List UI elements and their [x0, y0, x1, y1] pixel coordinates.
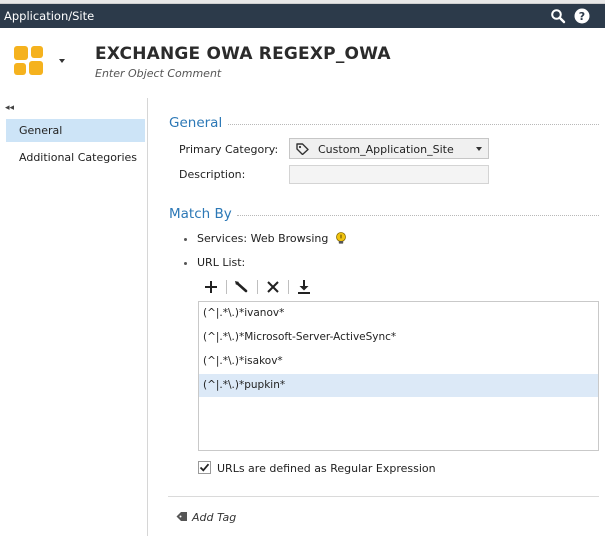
window-title: Application/Site — [4, 9, 95, 23]
list-bullet — [184, 262, 187, 265]
toolbar-separator — [226, 280, 227, 294]
svg-text:?: ? — [579, 10, 585, 23]
list-item-selected[interactable]: (^|.*\.)*pupkin* — [199, 374, 598, 397]
collapse-sidebar-icon[interactable]: ◂◂ — [5, 103, 14, 113]
url-list-label: URL List: — [197, 256, 246, 269]
section-divider — [237, 215, 599, 216]
application-site-icon[interactable] — [14, 46, 46, 78]
url-list[interactable]: (^|.*\.)*ivanov* (^|.*\.)*Microsoft-Serv… — [198, 301, 599, 451]
add-tag-link[interactable]: Add Tag — [192, 511, 236, 524]
url-pattern: (^|.*\.)*Microsoft-Server-ActiveSync* — [203, 331, 397, 343]
help-icon[interactable]: ? — [574, 8, 590, 24]
chevron-down-icon[interactable] — [59, 59, 65, 63]
list-bullet — [184, 238, 187, 241]
primary-category-value: Custom_Application_Site — [318, 143, 454, 156]
add-icon[interactable] — [201, 278, 221, 296]
list-item[interactable]: (^|.*\.)*isakov* — [199, 350, 598, 373]
section-title-match-by: Match By — [169, 206, 232, 222]
sidebar-item-label: Additional Categories — [19, 151, 138, 164]
toolbar-separator — [288, 280, 289, 294]
section-title-general: General — [169, 115, 223, 131]
tag-icon[interactable] — [176, 511, 188, 522]
lightbulb-icon[interactable] — [335, 232, 347, 245]
url-pattern: (^|.*\.)*ivanov* — [203, 307, 285, 319]
primary-category-select[interactable]: Custom_Application_Site — [289, 138, 489, 159]
app-icon-tile — [31, 46, 43, 58]
regex-checkbox-label[interactable]: URLs are defined as Regular Expression — [217, 462, 436, 475]
services-label: Services: Web Browsing — [197, 232, 329, 245]
title-bar: Application/Site ? — [0, 4, 605, 28]
app-icon-tile — [29, 61, 43, 75]
app-icon-tile — [14, 63, 26, 75]
url-pattern: (^|.*\.)*isakov* — [203, 355, 283, 367]
search-icon[interactable] — [550, 8, 566, 24]
list-item[interactable]: (^|.*\.)*Microsoft-Server-ActiveSync* — [199, 326, 598, 349]
import-icon[interactable] — [294, 278, 314, 296]
object-comment-field[interactable]: Enter Object Comment — [95, 67, 221, 80]
object-name[interactable]: EXCHANGE OWA REGEXP_OWA — [95, 44, 391, 64]
section-divider — [228, 124, 599, 125]
edit-icon[interactable] — [232, 278, 252, 296]
url-pattern: (^|.*\.)*pupkin* — [203, 379, 286, 391]
toolbar-separator — [257, 280, 258, 294]
tag-icon — [296, 143, 309, 155]
list-item[interactable]: (^|.*\.)*ivanov* — [199, 302, 598, 325]
regex-checkbox[interactable] — [198, 461, 211, 474]
delete-icon[interactable] — [263, 278, 283, 296]
primary-category-label: Primary Category: — [179, 143, 279, 156]
checkmark-icon — [199, 463, 210, 472]
chevron-down-icon — [476, 147, 482, 151]
sidebar-item-additional-categories[interactable]: Additional Categories — [6, 146, 145, 169]
description-input[interactable] — [289, 165, 489, 184]
app-icon-tile — [14, 46, 28, 60]
description-label: Description: — [179, 168, 246, 181]
sidebar-item-label: General — [19, 124, 63, 137]
footer-divider — [168, 496, 599, 497]
sidebar-item-general[interactable]: General — [6, 119, 145, 142]
